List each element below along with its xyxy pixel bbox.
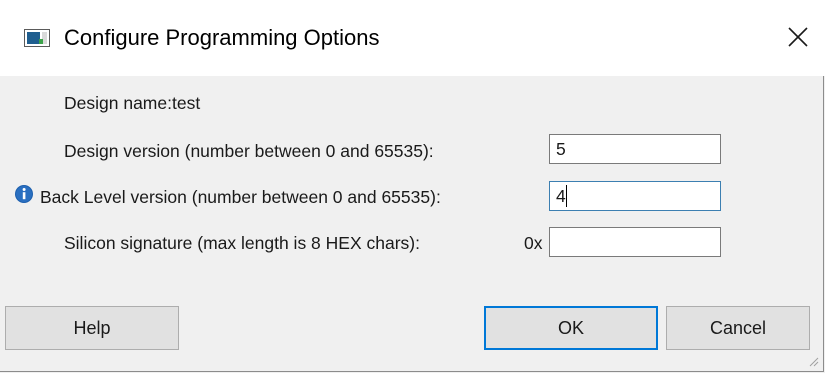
app-icon-accent: [39, 39, 43, 44]
cancel-button[interactable]: Cancel: [666, 306, 810, 350]
resize-grip-icon[interactable]: [807, 355, 819, 367]
hex-prefix: 0x: [524, 233, 543, 253]
back-level-version-field[interactable]: [549, 181, 721, 211]
app-window-icon: [24, 29, 50, 47]
configure-programming-options-dialog: Configure Programming Options Design nam…: [0, 0, 825, 372]
dialog-title: Configure Programming Options: [64, 25, 380, 50]
silicon-signature-field[interactable]: [549, 227, 721, 257]
text-caret: [566, 185, 567, 207]
silicon-signature-label: Silicon signature (max length is 8 HEX c…: [64, 233, 420, 253]
design-version-label: Design version (number between 0 and 655…: [64, 141, 434, 161]
title-bar: Configure Programming Options: [0, 0, 825, 76]
close-icon: [787, 27, 808, 47]
help-button[interactable]: Help: [5, 306, 179, 350]
back-level-version-label: Back Level version (number between 0 and…: [40, 187, 441, 207]
design-name-label: Design name:test: [64, 93, 201, 113]
close-button[interactable]: [770, 12, 825, 62]
info-icon: [15, 185, 33, 203]
design-version-field[interactable]: [549, 134, 721, 164]
ok-button[interactable]: OK: [484, 306, 658, 350]
